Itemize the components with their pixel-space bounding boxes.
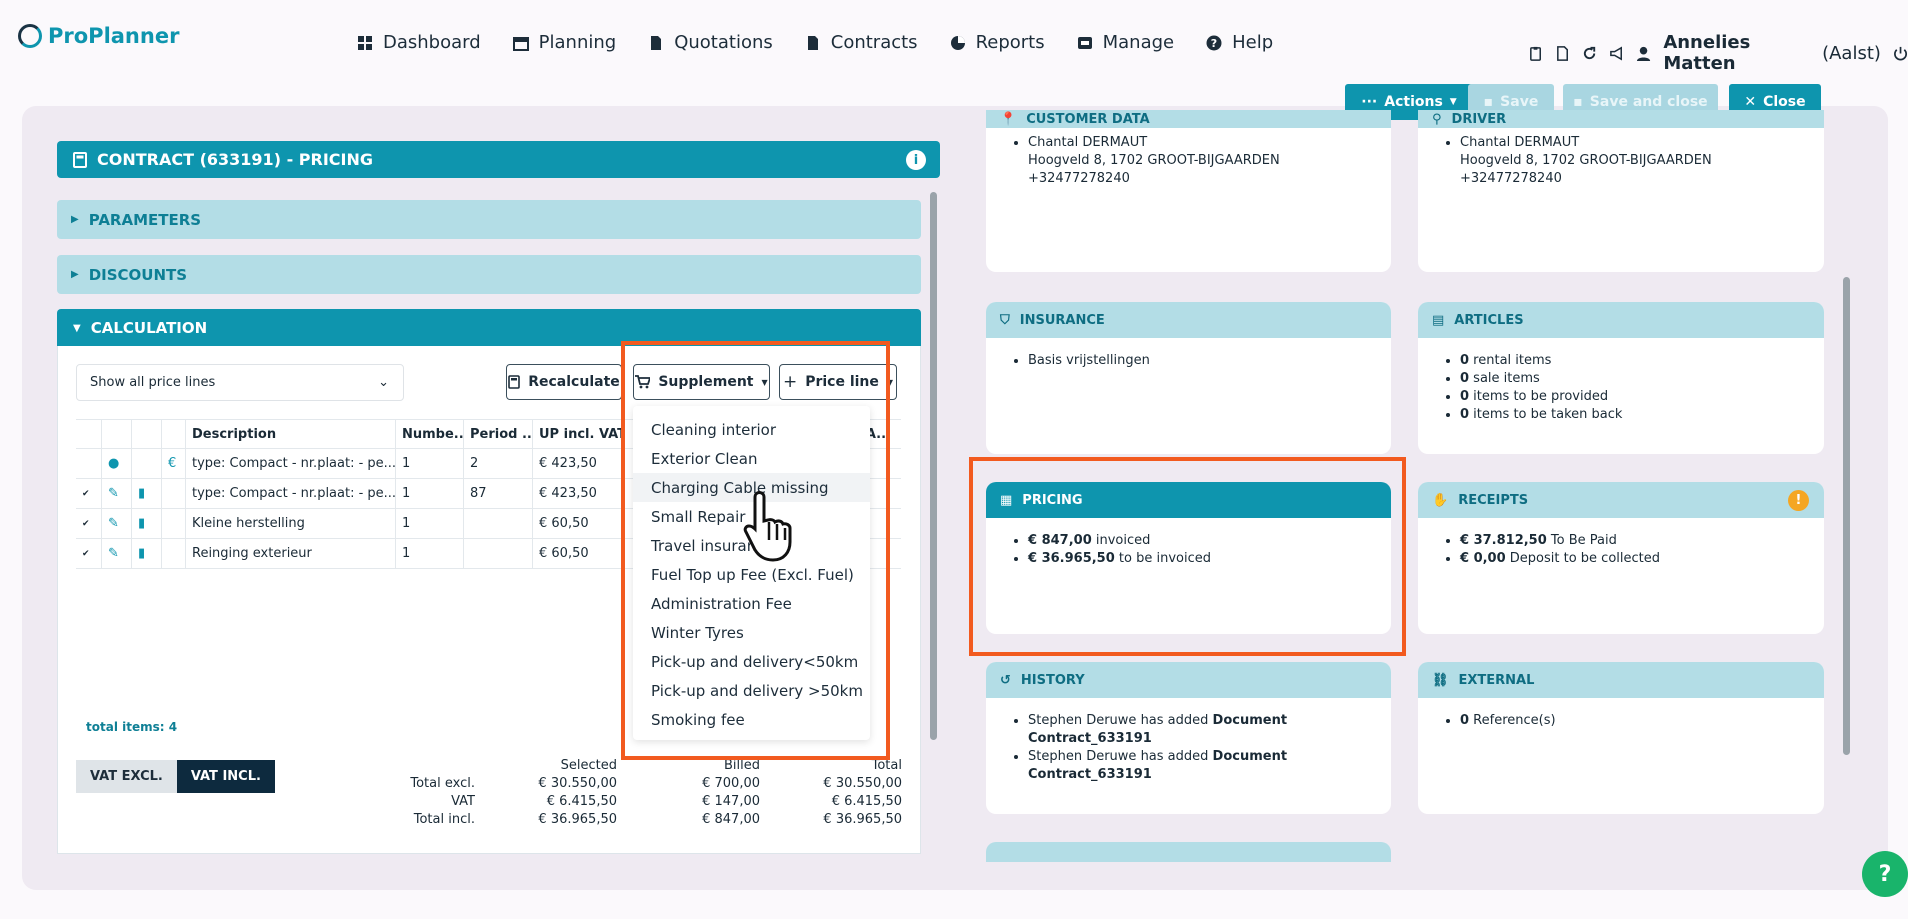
manage-icon: [1077, 36, 1092, 49]
info-icon[interactable]: i: [906, 150, 926, 170]
checkbox[interactable]: ✔: [76, 509, 102, 538]
receipts-card[interactable]: ✋RECEIPTS ! € 37.812,50 To Be Paid € 0,0…: [1418, 482, 1824, 634]
parameters-section[interactable]: ▶ PARAMETERS: [57, 200, 921, 239]
left-scrollbar[interactable]: [930, 192, 937, 740]
discounts-section[interactable]: ▶ DISCOUNTS: [57, 255, 921, 294]
user-icon[interactable]: [1636, 45, 1651, 62]
hand-coin-icon: ✋: [1432, 492, 1449, 508]
euro-icon[interactable]: €: [162, 449, 186, 478]
nav-help[interactable]: ? Help: [1206, 32, 1273, 53]
vat-excl-button[interactable]: VAT EXCL.: [76, 760, 177, 793]
price-lines-filter[interactable]: Show all price lines ⌄: [76, 364, 404, 401]
contract-pricing-header: CONTRACT (633191) - PRICING i: [57, 141, 940, 178]
warning-badge-icon: !: [1788, 490, 1809, 511]
caret-down-icon: ▼: [1449, 97, 1457, 107]
col-description[interactable]: Description: [186, 420, 396, 448]
file-euro-icon[interactable]: [1555, 45, 1570, 62]
caret-right-icon: ▶: [71, 214, 79, 225]
calculator-icon: [73, 151, 87, 168]
col-period[interactable]: Period ...: [464, 420, 533, 448]
power-icon[interactable]: [1893, 45, 1908, 62]
articles-card: ▤ARTICLES 0 rental items 0 sale items 0 …: [1418, 302, 1824, 454]
pencil-icon[interactable]: ✎: [102, 539, 132, 568]
trash-icon[interactable]: ▮: [132, 539, 162, 568]
nav-quotations[interactable]: Quotations: [648, 32, 773, 53]
history-card: ↺HISTORY Stephen Deruwe has added Docume…: [986, 662, 1391, 814]
checkbox[interactable]: ✔: [76, 539, 102, 568]
contract-icon: [807, 35, 818, 50]
trash-icon[interactable]: ▮: [132, 509, 162, 538]
question-circle-icon: ?: [1206, 35, 1222, 50]
totals-table: Selected Billed Total Total excl. € 30.550,…: [410, 758, 902, 827]
megaphone-icon[interactable]: [1609, 45, 1624, 62]
pie-chart-icon: [950, 35, 965, 50]
user-location: (Aalst): [1822, 42, 1881, 64]
calculator-icon: [508, 375, 521, 389]
pin-icon: 📍: [1000, 111, 1017, 127]
archive-icon: ▤: [1432, 312, 1445, 328]
ellipsis-icon: ···: [1361, 94, 1378, 110]
vat-toggle: VAT EXCL. VAT INCL.: [76, 760, 275, 793]
x-icon: ✕: [1744, 94, 1757, 110]
insurance-card: ⛉INSURANCE Basis vrijstellingen: [986, 302, 1391, 454]
recalculate-button[interactable]: Recalculate: [506, 364, 622, 400]
vat-incl-button[interactable]: VAT INCL.: [176, 760, 275, 793]
clipboard-icon[interactable]: [1528, 45, 1543, 62]
history-icon: ↺: [1000, 672, 1011, 688]
external-card: ⛓EXTERNAL 0 Reference(s): [1418, 662, 1824, 814]
driver-card: ⚲ DRIVER Chantal DERMAUTHoogveld 8, 1702…: [1418, 110, 1824, 272]
nav-dashboard[interactable]: Dashboard: [357, 32, 481, 53]
hand-cursor-icon: [743, 491, 792, 562]
pencil-icon[interactable]: ✎: [102, 509, 132, 538]
user-bar: Annelies Matten (Aalst): [1528, 32, 1908, 74]
caret-right-icon: ▶: [71, 269, 79, 280]
right-scrollbar[interactable]: [1843, 277, 1850, 755]
svg-text:?: ?: [1211, 37, 1217, 50]
pencil-icon[interactable]: ✎: [102, 479, 132, 508]
shield-icon: ⛉: [1000, 312, 1010, 328]
customer-data-card: 📍 CUSTOMER DATA Chantal DERMAUTHoogveld …: [986, 110, 1391, 272]
col-number[interactable]: Numbe...: [396, 420, 464, 448]
pricing-card[interactable]: ▦PRICING € 847,00 invoiced € 36.965,50 t…: [986, 482, 1391, 634]
col-up-incl-vat[interactable]: UP incl. VAT...: [533, 420, 625, 448]
app-logo[interactable]: ProPlanner: [18, 24, 179, 48]
driver-icon: ⚲: [1432, 111, 1442, 127]
calculator-icon: ▦: [1000, 492, 1013, 508]
eye-icon[interactable]: ●: [102, 449, 132, 478]
checkbox[interactable]: ✔: [76, 479, 102, 508]
caret-down-icon: ▼: [73, 322, 81, 334]
floppy-icon: ▪: [1573, 94, 1583, 110]
nav-planning[interactable]: Planning: [512, 32, 616, 53]
grid-icon: [358, 35, 372, 50]
link-icon: ⛓: [1432, 672, 1449, 688]
calendar-icon: [512, 36, 529, 51]
logo-ring-icon: [18, 24, 42, 48]
refresh-icon[interactable]: [1582, 45, 1597, 62]
document-icon: [651, 35, 662, 50]
nav-reports[interactable]: Reports: [950, 32, 1045, 53]
user-name[interactable]: Annelies Matten: [1663, 32, 1810, 74]
partial-card: [986, 842, 1391, 862]
nav-contracts[interactable]: Contracts: [805, 32, 918, 53]
floppy-icon: ▪: [1483, 94, 1494, 110]
trash-icon[interactable]: ▮: [132, 479, 162, 508]
total-items: total items: 4: [86, 720, 178, 734]
nav-manage[interactable]: Manage: [1077, 32, 1174, 53]
chevron-down-icon: ⌄: [378, 375, 389, 390]
main-nav: Dashboard Planning Quotations Contracts …: [357, 32, 1273, 53]
help-chat-button[interactable]: ?: [1862, 851, 1908, 897]
